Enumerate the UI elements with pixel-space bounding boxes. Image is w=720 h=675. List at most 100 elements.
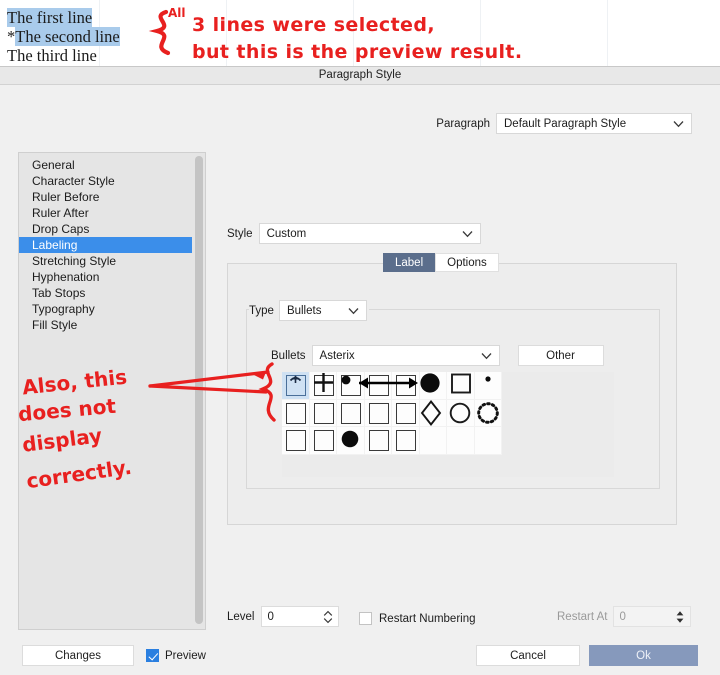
small-dot-icon (341, 375, 351, 385)
sidebar-item-fill-style[interactable]: Fill Style (19, 317, 192, 333)
bullets-label: Bullets (271, 349, 306, 362)
document-line-2: *The second line (7, 27, 120, 47)
diamond-icon (420, 399, 441, 426)
bullets-combobox[interactable]: Asterix (311, 345, 500, 366)
restart-at-label: Restart At (557, 610, 608, 623)
type-label: Type (249, 304, 274, 317)
glyph-cell-14[interactable] (447, 399, 475, 427)
glyph-cell-10[interactable] (337, 399, 365, 427)
preview-label: Preview (165, 649, 206, 662)
document-line-1: The first line (7, 8, 93, 28)
tab-bar: Label Options (383, 253, 499, 272)
glyph-box (313, 430, 334, 451)
arrow-right-icon (392, 377, 418, 389)
category-list-scrollbar[interactable] (195, 156, 203, 624)
document-line-2-bullet: * (7, 27, 16, 46)
restart-numbering-checkbox[interactable] (359, 612, 372, 625)
glyph-cell-23[interactable] (474, 427, 502, 455)
sidebar-item-ruler-after[interactable]: Ruler After (19, 205, 192, 221)
style-combobox[interactable]: Custom (258, 223, 481, 244)
dialog-titlebar: Paragraph Style (0, 67, 720, 85)
glyph-cell-9[interactable] (309, 399, 337, 427)
glyph-cell-19[interactable] (364, 427, 392, 455)
annotation-note1-all: All (168, 6, 186, 20)
glyph-cell-21[interactable] (419, 427, 447, 455)
document-line-3-text: The third line (7, 46, 97, 65)
type-selector-row: Type Bullets (249, 300, 369, 321)
restart-at-value: 0 (619, 610, 626, 623)
category-list-items: General Character Style Ruler Before Rul… (19, 157, 192, 333)
sidebar-item-tab-stops[interactable]: Tab Stops (19, 285, 192, 301)
glyph-cell-18[interactable] (337, 427, 365, 455)
tab-options[interactable]: Options (435, 253, 499, 272)
chevron-down-icon (673, 120, 684, 127)
glyph-cell-17[interactable] (309, 427, 337, 455)
glyph-box (396, 402, 416, 424)
tiny-dot-icon (484, 376, 491, 382)
sidebar-item-stretching-style[interactable]: Stretching Style (19, 253, 192, 269)
bullet-glyph-chooser (282, 372, 614, 477)
preview-checkbox[interactable] (146, 649, 159, 662)
glyph-box (368, 430, 389, 451)
cancel-button[interactable]: Cancel (476, 645, 580, 666)
glyph-box (286, 430, 306, 451)
paragraph-combobox-value: Default Paragraph Style (504, 117, 627, 130)
glyph-cell-3[interactable] (358, 372, 392, 400)
sidebar-item-general[interactable]: General (19, 157, 192, 173)
glyph-cell-0[interactable] (282, 372, 310, 400)
glyph-cell-13[interactable] (419, 399, 447, 427)
glyph-cell-20[interactable] (392, 427, 420, 455)
glyph-box (368, 402, 389, 424)
glyph-cell-15[interactable] (474, 399, 502, 427)
ok-button[interactable]: Ok (589, 645, 698, 666)
arrow-left-segment-icon (358, 377, 392, 389)
chevron-down-icon (481, 352, 492, 359)
annotation-note1-line1: 3 lines were selected, (192, 14, 435, 36)
scrollbar-thumb[interactable] (195, 156, 203, 624)
screenshot-root: The first line *The second line The thir… (0, 0, 720, 675)
labeling-panel: Style Custom Label Options Type Bullets … (220, 152, 702, 630)
glyph-cell-16[interactable] (282, 427, 310, 455)
glyph-cell-12[interactable] (392, 399, 420, 427)
chevron-down-icon (462, 230, 473, 237)
glyph-cell-8[interactable] (282, 399, 310, 427)
paragraph-combobox[interactable]: Default Paragraph Style (496, 113, 692, 134)
filled-circle-large-icon (419, 373, 440, 393)
spinner-arrows-icon[interactable] (323, 610, 333, 624)
glyph-cell-2[interactable] (337, 372, 365, 400)
sidebar-item-drop-caps[interactable]: Drop Caps (19, 221, 192, 237)
glyph-cell-22[interactable] (447, 427, 475, 455)
restart-numbering-row[interactable]: Restart Numbering (359, 612, 476, 625)
annotation-note1-line2: but this is the preview result. (192, 41, 523, 63)
sidebar-item-ruler-before[interactable]: Ruler Before (19, 189, 192, 205)
dialog-title: Paragraph Style (318, 69, 402, 81)
changes-button[interactable]: Changes (22, 645, 134, 666)
level-spinner[interactable]: 0 (260, 606, 339, 627)
bullet-glyph-grid[interactable] (282, 372, 502, 455)
paragraph-label: Paragraph (436, 117, 490, 130)
paragraph-selector-row: Paragraph Default Paragraph Style (436, 113, 692, 134)
sidebar-item-character-style[interactable]: Character Style (19, 173, 192, 189)
other-button[interactable]: Other (517, 345, 604, 366)
restart-at-spinner: 0 (612, 606, 691, 627)
glyph-box (286, 402, 306, 424)
bullets-combobox-value: Asterix (319, 349, 355, 362)
document-line-3: The third line (7, 46, 97, 66)
sidebar-item-hyphenation[interactable]: Hyphenation (19, 269, 192, 285)
glyph-cell-4[interactable] (392, 372, 420, 400)
preview-checkbox-row[interactable]: Preview (146, 649, 206, 662)
sidebar-item-labeling[interactable]: Labeling (19, 237, 192, 253)
type-combobox[interactable]: Bullets (278, 300, 367, 321)
glyph-cell-1[interactable] (309, 372, 337, 400)
spinner-arrows-icon (675, 610, 685, 624)
style-combobox-value: Custom (266, 227, 307, 240)
bullets-selector-row: Bullets Asterix Other (271, 345, 604, 366)
level-value: 0 (267, 610, 274, 623)
glyph-cell-5[interactable] (419, 372, 447, 400)
glyph-cell-11[interactable] (364, 399, 392, 427)
glyph-cell-6[interactable] (447, 372, 475, 400)
glyph-cell-7[interactable] (474, 372, 502, 400)
sidebar-item-typography[interactable]: Typography (19, 301, 192, 317)
tab-label[interactable]: Label (383, 253, 436, 272)
filled-circle-icon (341, 430, 359, 448)
